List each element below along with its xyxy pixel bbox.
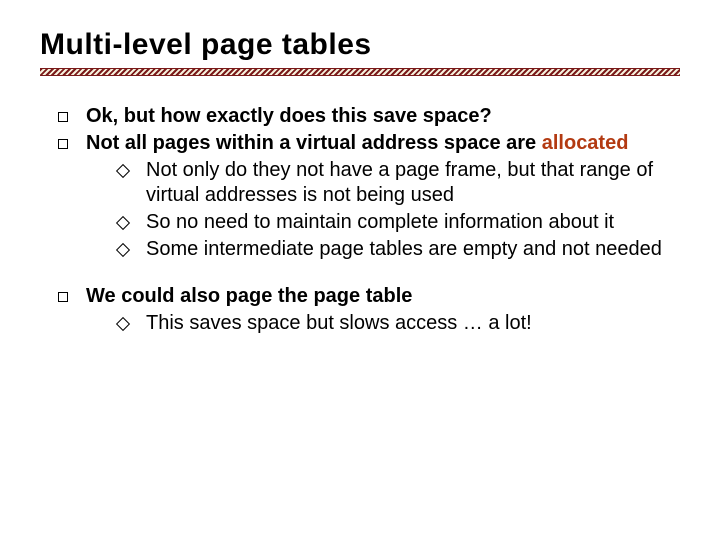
list-item: Not only do they not have a page frame, …	[118, 158, 680, 208]
bullet-square-icon	[58, 112, 68, 122]
bullet-text: Not all pages within a virtual address s…	[86, 131, 680, 156]
bullet-text: We could also page the page table	[86, 284, 680, 309]
bullet-text-prefix: Not all pages within a virtual address s…	[86, 132, 542, 154]
list-item: Some intermediate page tables are empty …	[118, 237, 680, 262]
list-item: This saves space but slows access … a lo…	[118, 311, 680, 336]
bullet-text: Not only do they not have a page frame, …	[146, 158, 680, 208]
list-item: Ok, but how exactly does this save space…	[58, 104, 680, 129]
bullet-diamond-icon	[116, 216, 130, 230]
bullet-text: So no need to maintain complete informat…	[146, 210, 680, 235]
list-item: So no need to maintain complete informat…	[118, 210, 680, 235]
spacer	[40, 264, 680, 282]
bullet-text: This saves space but slows access … a lo…	[146, 311, 680, 336]
list-item: We could also page the page table	[58, 284, 680, 309]
slide-content: Ok, but how exactly does this save space…	[40, 104, 680, 336]
bullet-square-icon	[58, 292, 68, 302]
bullet-diamond-icon	[116, 164, 130, 178]
bullet-text-accent: allocated	[542, 132, 629, 154]
title-rule	[40, 68, 680, 76]
bullet-text: Some intermediate page tables are empty …	[146, 237, 680, 262]
bullet-diamond-icon	[116, 243, 130, 257]
bullet-diamond-icon	[116, 317, 130, 331]
bullet-text: Ok, but how exactly does this save space…	[86, 104, 680, 129]
list-item: Not all pages within a virtual address s…	[58, 131, 680, 156]
page-title: Multi-level page tables	[40, 28, 680, 62]
bullet-square-icon	[58, 139, 68, 149]
slide: Multi-level page tables Ok, but how exac…	[0, 0, 720, 540]
